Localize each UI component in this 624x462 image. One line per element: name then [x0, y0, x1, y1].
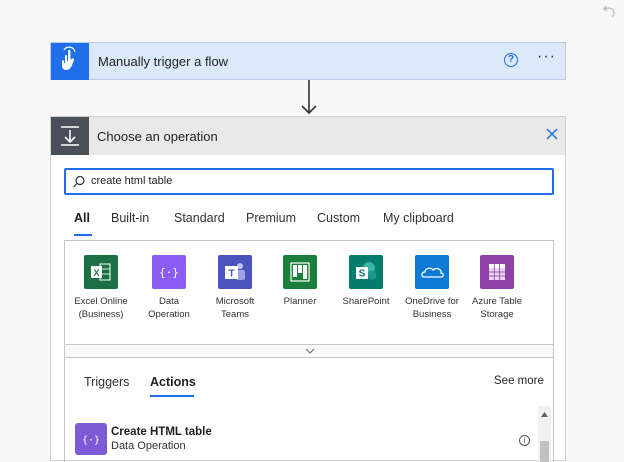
- data-operation-icon: {·}: [75, 423, 107, 455]
- scroll-up-icon[interactable]: [541, 412, 548, 417]
- onedrive-icon: [415, 255, 449, 289]
- down-arrow-icon: [301, 80, 317, 115]
- planner-icon: [283, 255, 317, 289]
- connector-label-line1: Data: [158, 296, 180, 307]
- operation-icon: [51, 117, 89, 155]
- scrollbar-thumb[interactable]: [540, 441, 549, 462]
- azure-table-icon: [480, 255, 514, 289]
- operation-header: Choose an operation: [51, 117, 565, 155]
- connector-microsoft-teams[interactable]: T Microsoft Teams: [205, 255, 265, 321]
- svg-text:{·}: {·}: [82, 435, 100, 446]
- action-connector: Data Operation: [111, 440, 186, 452]
- connector-sharepoint[interactable]: S SharePoint: [336, 255, 396, 308]
- info-icon[interactable]: i: [519, 435, 530, 446]
- sharepoint-icon: S: [349, 255, 383, 289]
- connector-onedrive-for-business[interactable]: OneDrive for Business: [402, 255, 462, 321]
- results-panel: Triggers Actions See more {·} Create HTM…: [64, 358, 554, 462]
- data-operation-icon: {·}: [152, 255, 186, 289]
- collapse-connectors-bar[interactable]: [64, 344, 554, 358]
- search-value: create html table: [91, 175, 173, 187]
- connector-label-line2: (Business): [78, 309, 124, 320]
- more-options-icon[interactable]: ···: [537, 48, 556, 66]
- connector-label-line1: SharePoint: [342, 296, 390, 307]
- search-icon: [73, 175, 85, 188]
- see-more-link[interactable]: See more: [494, 375, 544, 387]
- svg-text:T: T: [228, 269, 234, 280]
- svg-text:X: X: [93, 268, 99, 278]
- connector-label-line1: Azure Table: [472, 296, 522, 307]
- active-tab-indicator: [74, 234, 92, 236]
- connector-data-operation[interactable]: {·} Data Operation: [139, 255, 199, 321]
- connector-label-line2: Operation: [148, 309, 190, 320]
- tab-built-in[interactable]: Built-in: [111, 211, 149, 225]
- connector-label-line1: Microsoft: [215, 296, 255, 307]
- undo-icon[interactable]: [602, 3, 618, 19]
- tab-premium[interactable]: Premium: [246, 211, 296, 225]
- connector-label-line2: Business: [412, 309, 452, 320]
- connector-label-line1: OneDrive for: [405, 296, 459, 307]
- help-icon[interactable]: ?: [504, 53, 518, 67]
- teams-icon: T: [218, 255, 252, 289]
- action-create-html-table[interactable]: {·} Create HTML table Data Operation i: [75, 421, 530, 457]
- tab-all[interactable]: All: [74, 211, 90, 225]
- connector-label-line1: Excel Online: [74, 296, 128, 307]
- tab-my-clipboard[interactable]: My clipboard: [383, 211, 454, 225]
- svg-text:{·}: {·}: [159, 266, 179, 279]
- search-input[interactable]: create html table: [64, 168, 554, 195]
- choose-operation-card: Choose an operation create html table Al…: [50, 116, 566, 462]
- action-name: Create HTML table: [111, 426, 212, 438]
- connector-azure-table-storage[interactable]: Azure Table Storage: [467, 255, 527, 321]
- trigger-card[interactable]: Manually trigger a flow ? ···: [50, 42, 566, 80]
- active-subtab-indicator: [150, 395, 194, 397]
- connector-label-line2: Teams: [221, 309, 249, 320]
- excel-icon: X: [84, 255, 118, 289]
- connector-label-line1: Planner: [283, 296, 317, 307]
- subtab-triggers[interactable]: Triggers: [84, 375, 129, 389]
- trigger-title: Manually trigger a flow: [98, 54, 229, 69]
- manual-trigger-icon: [51, 43, 89, 80]
- subtab-actions[interactable]: Actions: [150, 375, 196, 389]
- connector-planner[interactable]: Planner: [270, 255, 330, 308]
- operation-title: Choose an operation: [97, 129, 218, 144]
- connector-excel-online[interactable]: X Excel Online (Business): [71, 255, 131, 321]
- svg-text:S: S: [359, 269, 366, 280]
- connector-label-line2: Storage: [480, 309, 514, 320]
- chevron-down-icon: [305, 348, 315, 354]
- connector-grid: X Excel Online (Business) {·} Data Operati…: [64, 240, 554, 344]
- tab-custom[interactable]: Custom: [317, 211, 360, 225]
- scrollbar[interactable]: [538, 406, 551, 462]
- tab-standard[interactable]: Standard: [174, 211, 225, 225]
- close-icon[interactable]: [545, 127, 559, 141]
